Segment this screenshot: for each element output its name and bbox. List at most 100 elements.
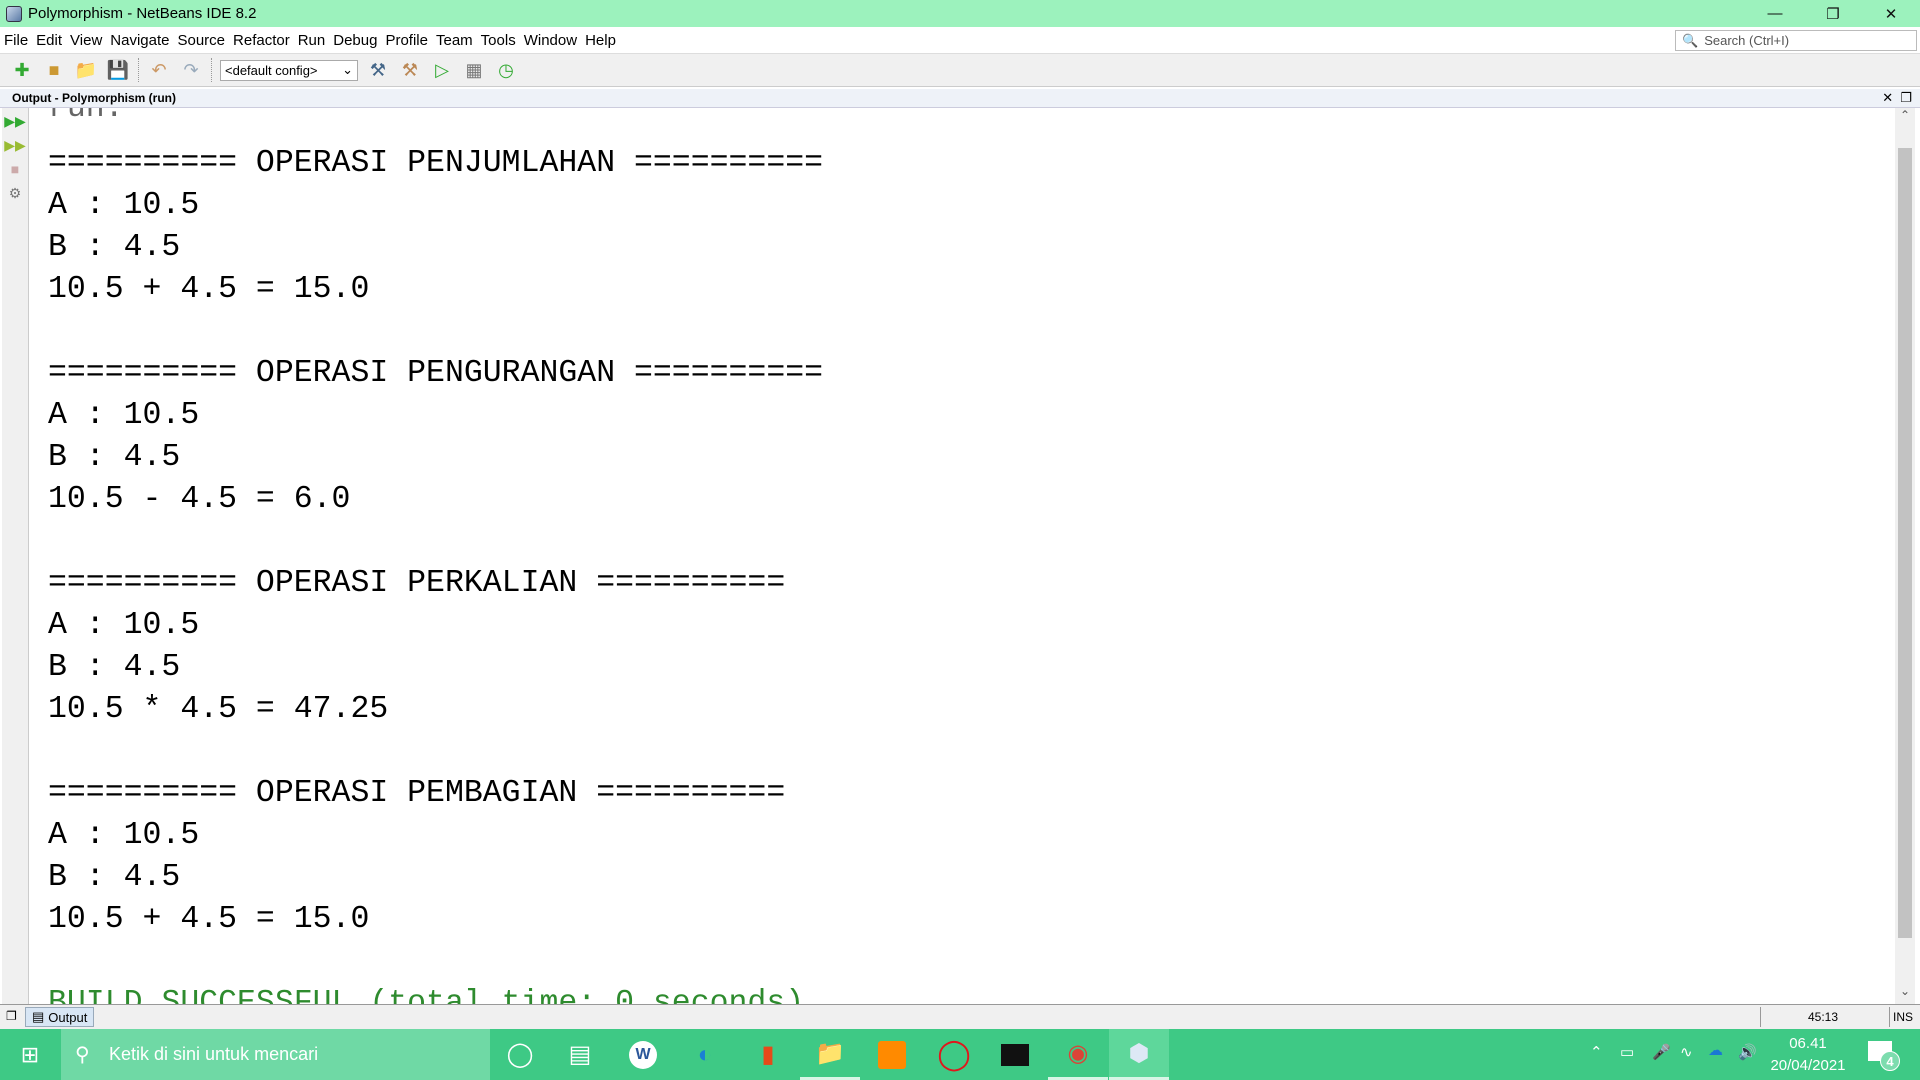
maximize-output-icon[interactable]: ❐ — [1900, 90, 1912, 105]
output-icon: ▤ — [32, 1009, 45, 1024]
word-icon[interactable]: W — [613, 1029, 673, 1080]
menu-navigate[interactable]: Navigate — [110, 32, 169, 49]
output-line: 10.5 * 4.5 = 47.25 — [48, 692, 389, 727]
open-project-icon[interactable]: 📁 — [74, 58, 98, 82]
build-status-line: BUILD SUCCESSFUL (total time: 0 seconds) — [48, 986, 805, 1004]
clean-build-icon[interactable]: ⚒ — [398, 58, 422, 82]
menu-window[interactable]: Window — [524, 32, 577, 49]
menu-debug[interactable]: Debug — [333, 32, 377, 49]
menu-edit[interactable]: Edit — [36, 32, 62, 49]
scrollbar-thumb[interactable] — [1898, 148, 1912, 938]
task-view-icon[interactable]: ▤ — [550, 1029, 610, 1080]
rerun-icon[interactable]: ▶▶ — [4, 112, 26, 130]
output-tab[interactable]: ▤ Output — [25, 1007, 95, 1027]
clock-date: 20/04/2021 — [1770, 1057, 1846, 1074]
vertical-scrollbar[interactable]: ⌃ ⌄ — [1895, 108, 1915, 1004]
taskbar-search[interactable]: ⚲ Ketik di sini untuk mencari — [61, 1029, 490, 1080]
edge-icon[interactable]: ◐ — [675, 1029, 735, 1080]
output-line: 10.5 + 4.5 = 15.0 — [48, 272, 370, 307]
netbeans-icon — [6, 5, 22, 22]
menu-bar: File Edit View Navigate Source Refactor … — [0, 27, 1920, 54]
restore-window-icon[interactable]: ❐ — [6, 1009, 17, 1023]
menu-tools[interactable]: Tools — [481, 32, 516, 49]
search-input[interactable]: 🔍 Search (Ctrl+I) — [1675, 30, 1917, 51]
caret-position: 45:13 — [1808, 1010, 1839, 1024]
output-gutter: ▶▶ ▶▶ ■ ⚙ — [2, 108, 29, 1004]
output-line: 10.5 - 4.5 = 6.0 — [48, 482, 351, 517]
output-panel-header: Output - Polymorphism (run) ✕ ❐ — [0, 89, 1920, 108]
restore-button[interactable]: ❐ — [1804, 0, 1862, 27]
status-bar: ❐ ▤ Output 45:13 INS — [0, 1004, 1920, 1029]
chrome-icon[interactable]: ◉ — [1048, 1029, 1108, 1080]
menu-help[interactable]: Help — [585, 32, 616, 49]
battery-icon[interactable]: ▭ — [1620, 1043, 1634, 1061]
output-line: ========== OPERASI PEMBAGIAN ========== — [48, 776, 786, 811]
rerun-options-icon[interactable]: ▶▶ — [4, 136, 26, 154]
search-placeholder: Search (Ctrl+I) — [1704, 33, 1790, 48]
output-tab-label: Output — [48, 1009, 88, 1025]
output-line: ========== OPERASI PERKALIAN ========== — [48, 566, 786, 601]
search-icon: ⚲ — [75, 1044, 90, 1066]
toolbar: ✚ ■ 📁 💾 ↶ ↷ <default config> ⌄ ⚒ ⚒ ▷ ▦ ◷ — [0, 54, 1920, 87]
notification-count: 4 — [1880, 1051, 1900, 1071]
chevron-down-icon: ⌄ — [342, 62, 353, 77]
output-line: A : 10.5 — [48, 188, 200, 223]
clock-time: 06.41 — [1789, 1035, 1827, 1052]
cortana-icon[interactable]: ◯ — [490, 1029, 550, 1080]
output-line: B : 4.5 — [48, 860, 181, 895]
search-icon: 🔍 — [1682, 32, 1699, 48]
menu-source[interactable]: Source — [177, 32, 225, 49]
stop-icon[interactable]: ■ — [6, 160, 24, 178]
profile-icon[interactable]: ◷ — [494, 58, 518, 82]
new-project-icon[interactable]: ■ — [42, 58, 66, 82]
debug-icon[interactable]: ▦ — [462, 58, 486, 82]
output-line: A : 10.5 — [48, 608, 200, 643]
clock[interactable]: 06.41 20/04/2021 — [1768, 1033, 1848, 1077]
menu-run[interactable]: Run — [298, 32, 326, 49]
output-line: B : 4.5 — [48, 650, 181, 685]
menu-view[interactable]: View — [70, 32, 102, 49]
output-line: 10.5 + 4.5 = 15.0 — [48, 902, 370, 937]
run-icon[interactable]: ▷ — [430, 58, 454, 82]
output-line: A : 10.5 — [48, 398, 200, 433]
minimize-button[interactable]: — — [1746, 0, 1804, 27]
show-hidden-icons[interactable]: ⌃ — [1590, 1043, 1603, 1061]
output-line: run: — [48, 108, 124, 126]
menu-file[interactable]: File — [4, 32, 28, 49]
menu-team[interactable]: Team — [436, 32, 473, 49]
close-output-icon[interactable]: ✕ — [1882, 90, 1893, 105]
onedrive-icon[interactable]: ☁ — [1708, 1041, 1723, 1059]
output-title: Output - Polymorphism (run) — [12, 91, 176, 105]
redo-icon[interactable]: ↷ — [179, 58, 203, 82]
opera-icon[interactable]: ◯ — [924, 1029, 984, 1080]
build-hammer-icon[interactable]: ⚒ — [366, 58, 390, 82]
netbeans-taskbar-icon[interactable]: ⬢ — [1109, 1029, 1169, 1080]
config-select[interactable]: <default config> ⌄ — [220, 59, 358, 81]
insert-mode: INS — [1893, 1010, 1914, 1024]
output-line: B : 4.5 — [48, 440, 181, 475]
save-all-icon[interactable]: 💾 — [106, 58, 130, 82]
new-file-icon[interactable]: ✚ — [10, 58, 34, 82]
output-line: B : 4.5 — [48, 230, 181, 265]
office-icon[interactable]: ▮ — [738, 1029, 798, 1080]
sublime-text-icon[interactable] — [862, 1029, 922, 1080]
undo-icon[interactable]: ↶ — [147, 58, 171, 82]
output-line: ========== OPERASI PENGURANGAN =========… — [48, 356, 824, 391]
output-line: A : 10.5 — [48, 818, 200, 853]
title-bar: Polymorphism - NetBeans IDE 8.2 — ❐ ✕ — [0, 0, 1920, 27]
microphone-icon[interactable]: 🎤 — [1652, 1043, 1671, 1061]
menu-refactor[interactable]: Refactor — [233, 32, 290, 49]
output-console[interactable]: run: ========== OPERASI PENJUMLAHAN ====… — [30, 108, 1894, 1004]
config-value: <default config> — [225, 62, 318, 78]
wifi-icon[interactable]: ∿ — [1680, 1043, 1693, 1061]
taskbar-search-placeholder: Ketik di sini untuk mencari — [109, 1044, 319, 1064]
volume-icon[interactable]: 🔊 — [1738, 1043, 1757, 1061]
scroll-up-icon[interactable]: ⌃ — [1895, 108, 1915, 128]
terminal-icon[interactable] — [985, 1029, 1045, 1080]
windows-start-icon[interactable]: ⊞ — [0, 1029, 60, 1080]
scroll-down-icon[interactable]: ⌄ — [1895, 984, 1915, 1004]
close-button[interactable]: ✕ — [1862, 0, 1920, 27]
settings-icon[interactable]: ⚙ — [6, 184, 24, 202]
menu-profile[interactable]: Profile — [385, 32, 428, 49]
file-explorer-icon[interactable]: 📁 — [800, 1029, 860, 1080]
